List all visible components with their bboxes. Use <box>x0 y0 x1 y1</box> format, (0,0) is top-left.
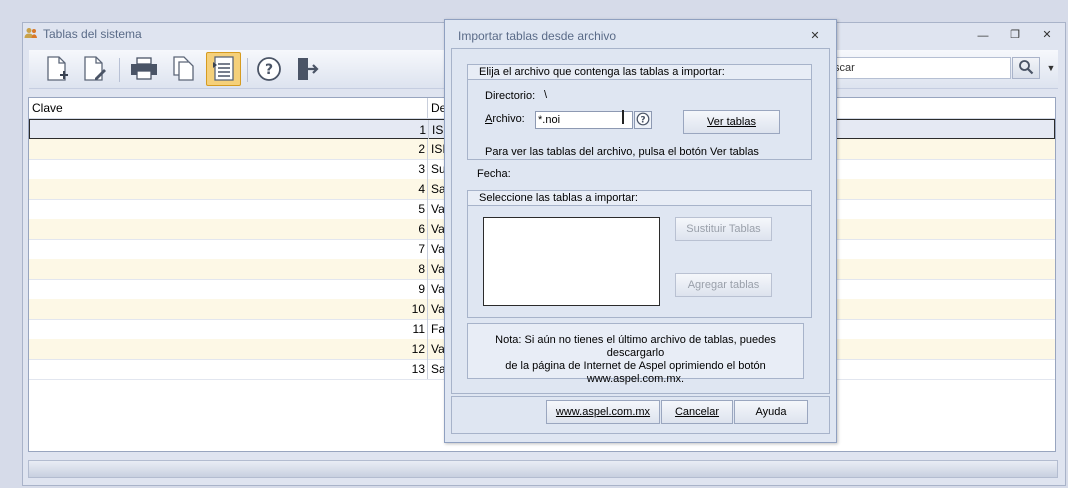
row-clave: 11 <box>412 322 425 336</box>
close-icon[interactable]: ✕ <box>808 29 822 43</box>
tables-list[interactable] <box>483 217 660 306</box>
row-clave: 8 <box>418 262 425 276</box>
replace-tables-button[interactable]: Sustituir Tablas <box>675 217 772 241</box>
close-icon[interactable]: ✕ <box>1038 28 1056 42</box>
column-divider <box>427 159 428 179</box>
row-clave: 5 <box>418 202 425 216</box>
column-divider <box>427 339 428 359</box>
column-header-clave[interactable]: Clave <box>32 101 63 115</box>
status-bar <box>28 460 1058 478</box>
copy-icon[interactable] <box>167 54 199 84</box>
svg-text:?: ? <box>265 62 273 78</box>
help-button-label: Ayuda <box>755 406 787 418</box>
hint-text: Para ver las tablas del archivo, pulsa e… <box>485 146 759 158</box>
row-clave: 9 <box>418 282 425 296</box>
row-descripcion: Va <box>431 202 445 216</box>
help-icon[interactable]: ? <box>253 54 285 84</box>
row-descripcion: Va <box>431 222 445 236</box>
view-tables-button[interactable]: Ver tablas <box>683 110 780 134</box>
text-cursor-icon <box>622 110 624 124</box>
column-divider <box>427 299 428 319</box>
row-descripcion: Va <box>431 302 445 316</box>
column-divider <box>427 139 428 159</box>
website-button-label: www.aspel.com.mx <box>555 406 651 418</box>
browse-help-button[interactable]: ? <box>634 111 652 129</box>
minimize-icon[interactable]: — <box>974 29 992 43</box>
users-icon <box>24 27 38 39</box>
exit-icon[interactable] <box>291 54 323 84</box>
row-descripcion: Va <box>431 282 445 296</box>
row-clave: 10 <box>411 302 425 316</box>
view-tables-button-label: Ver tablas <box>707 116 756 128</box>
restore-icon[interactable]: ❐ <box>1006 28 1024 42</box>
column-divider <box>427 199 428 219</box>
row-descripcion: Va <box>431 342 445 356</box>
column-divider <box>427 179 428 199</box>
column-divider <box>427 279 428 299</box>
column-divider <box>427 319 428 339</box>
column-divider <box>427 219 428 239</box>
file-label: Archivo: <box>485 113 525 125</box>
date-label: Fecha: <box>477 168 511 180</box>
new-document-icon[interactable] <box>41 54 73 84</box>
column-divider <box>427 359 428 379</box>
search-icon <box>1018 59 1034 78</box>
file-group-title: Elija el archivo que contenga las tablas… <box>468 65 811 80</box>
column-divider <box>427 239 428 259</box>
row-clave: 2 <box>418 142 425 156</box>
toolbar-separator <box>247 58 248 82</box>
chevron-down-icon[interactable]: ▼ <box>1044 57 1058 79</box>
directory-value: \ <box>544 89 548 101</box>
file-input[interactable]: *.noi <box>535 111 633 129</box>
window-title-text: Tablas del sistema <box>43 27 142 41</box>
row-clave: 7 <box>418 242 425 256</box>
edit-document-icon[interactable] <box>79 54 111 84</box>
column-divider <box>427 98 428 118</box>
window-title: Tablas del sistema <box>24 27 142 41</box>
row-descripcion: Va <box>431 262 445 276</box>
website-button[interactable]: www.aspel.com.mx <box>546 400 660 424</box>
download-note: Nota: Si aún no tienes el último archivo… <box>467 323 804 385</box>
dialog-title: Importar tablas desde archivo <box>458 29 617 43</box>
search-button[interactable] <box>1012 57 1040 79</box>
row-clave: 13 <box>411 362 425 376</box>
directory-label: Directorio: <box>485 90 536 102</box>
add-tables-button[interactable]: Agregar tablas <box>675 273 772 297</box>
note-line: Nota: Si aún no tienes el último archivo… <box>495 334 776 359</box>
column-divider <box>427 259 428 279</box>
help-icon: ? <box>636 112 650 129</box>
column-divider <box>428 120 429 140</box>
note-line: www.aspel.com.mx. <box>586 373 685 385</box>
print-icon[interactable] <box>128 54 160 84</box>
row-descripcion: Va <box>431 242 445 256</box>
toolbar-separator <box>119 58 120 82</box>
row-clave: 12 <box>411 342 425 356</box>
row-descripcion: Fa <box>431 322 446 336</box>
cancel-button-label: Cancelar <box>674 406 720 418</box>
import-tables-icon[interactable] <box>206 52 241 86</box>
row-clave: 4 <box>418 182 425 196</box>
help-button[interactable]: Ayuda <box>734 400 808 424</box>
cancel-button[interactable]: Cancelar <box>661 400 733 424</box>
row-clave: 6 <box>418 222 425 236</box>
svg-text:?: ? <box>640 115 645 125</box>
row-clave: 3 <box>418 162 425 176</box>
select-group-title: Seleccione las tablas a importar: <box>468 191 811 206</box>
row-clave: 1 <box>419 123 426 137</box>
note-line: de la página de Internet de Aspel oprimi… <box>505 360 766 372</box>
search-input[interactable]: scar <box>831 57 1011 79</box>
